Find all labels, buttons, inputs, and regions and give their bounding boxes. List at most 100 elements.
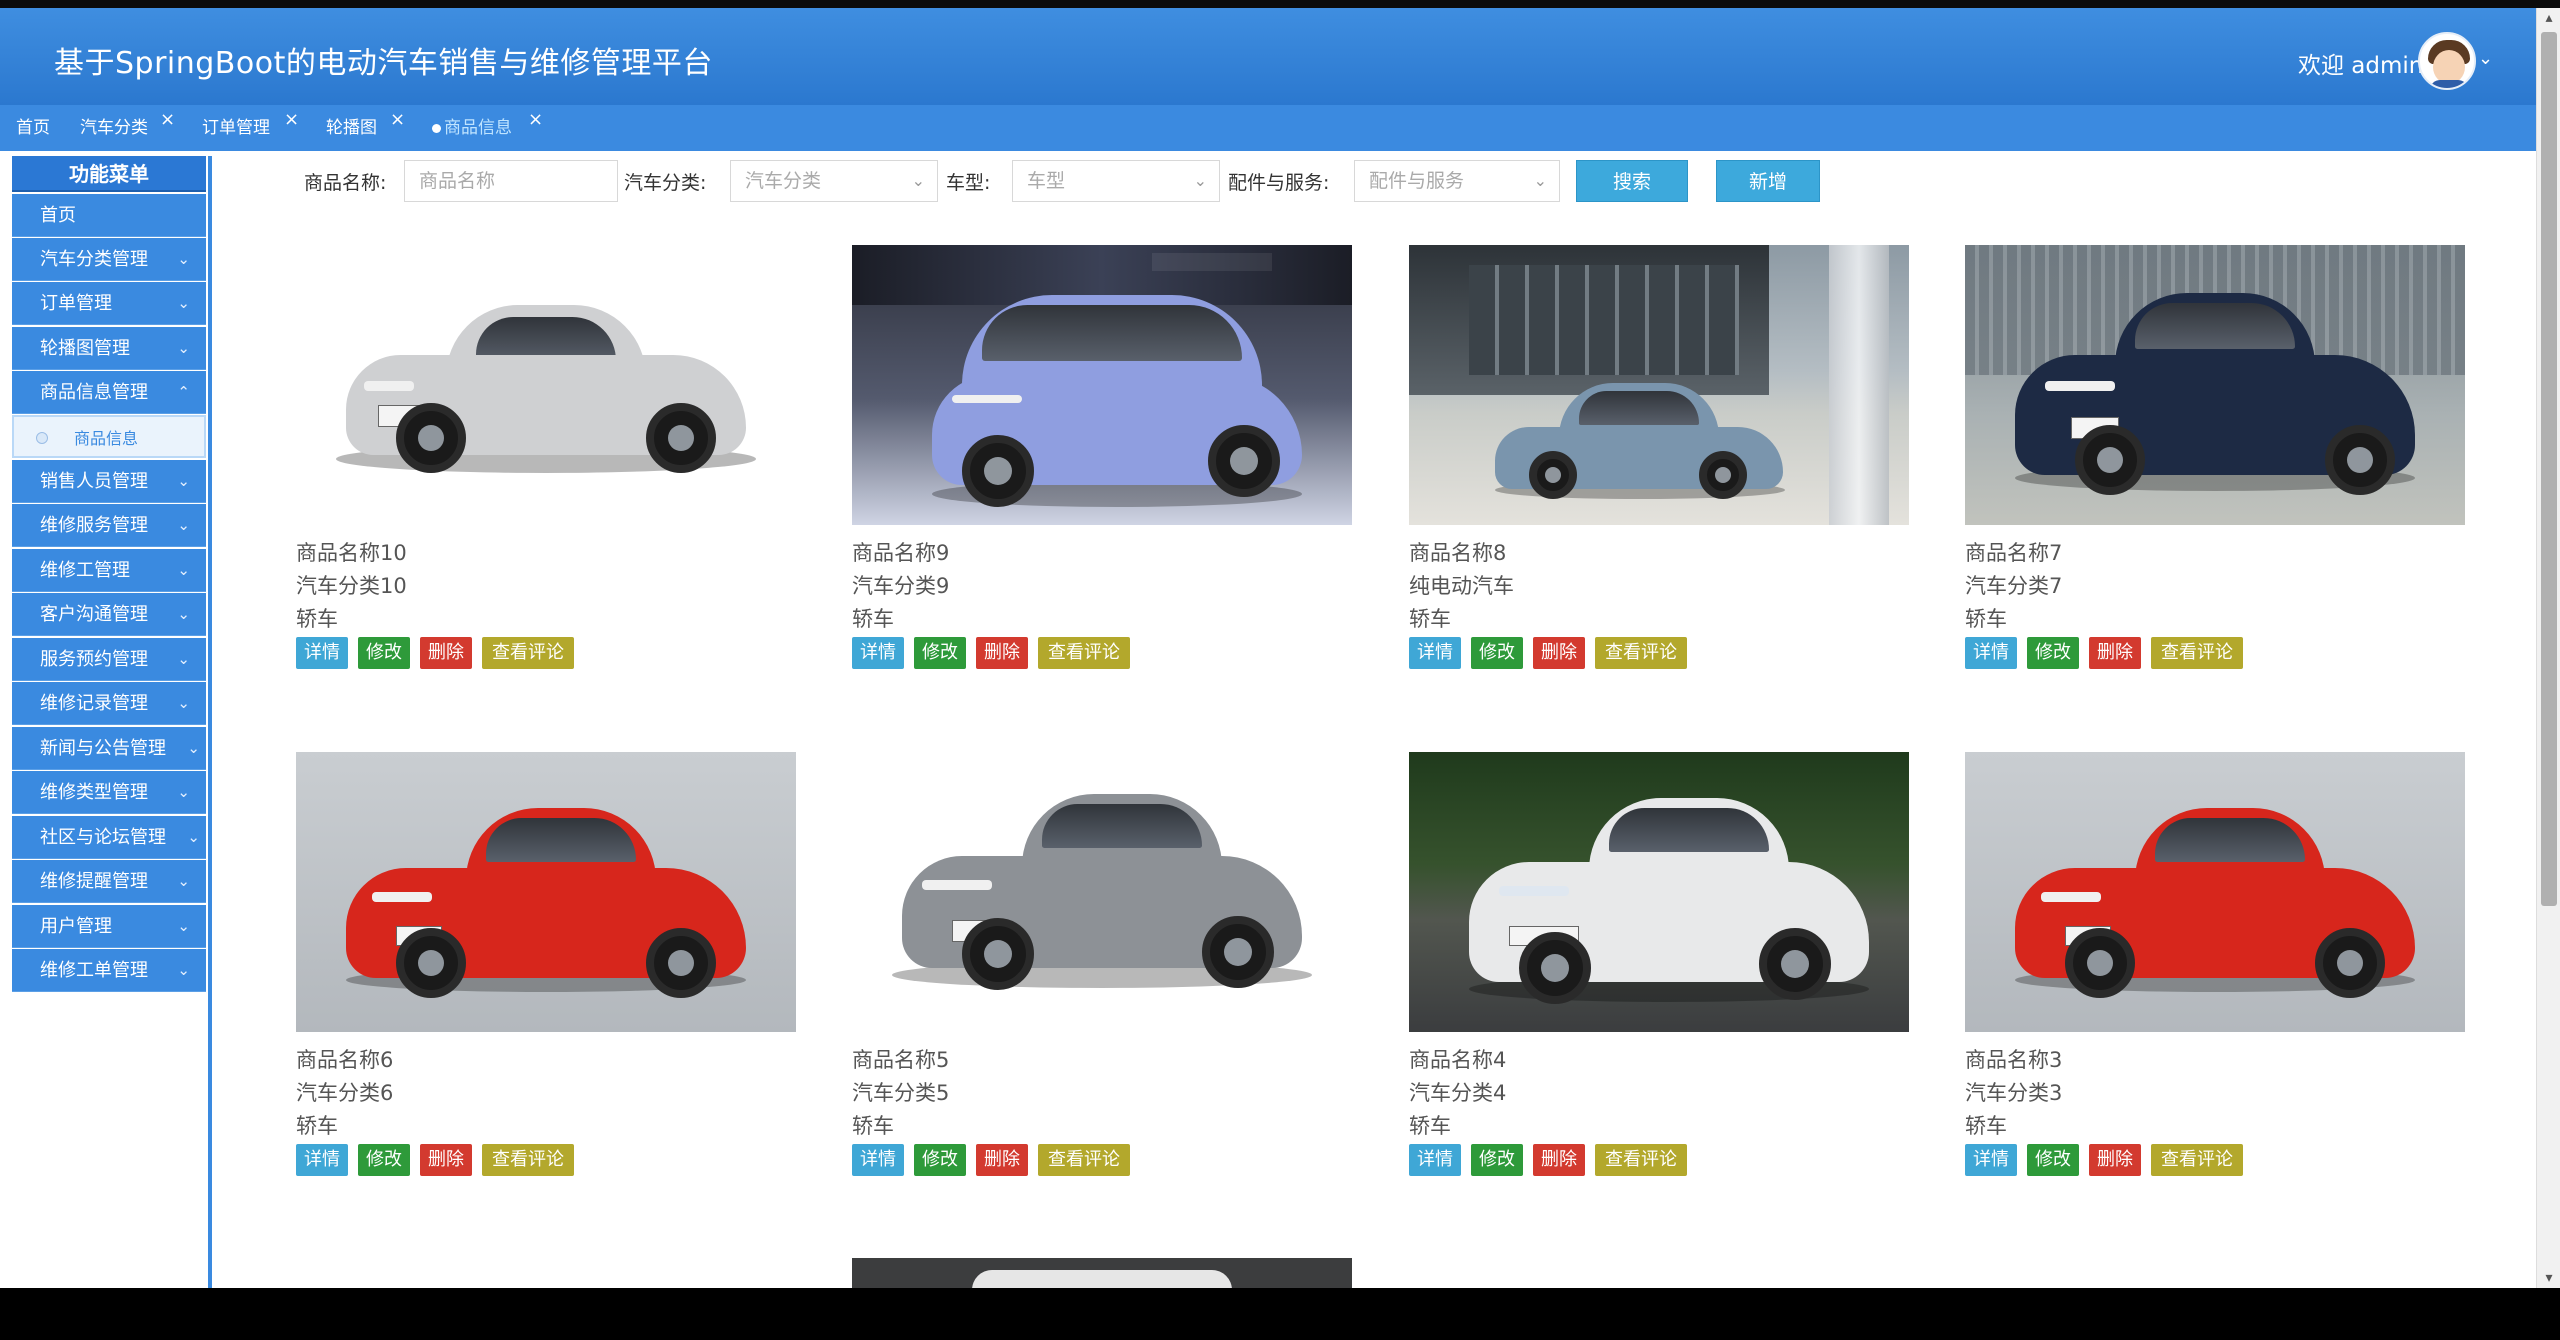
view-reviews-button[interactable]: 查看评论 xyxy=(1038,1144,1130,1176)
delete-button[interactable]: 删除 xyxy=(1533,1144,1585,1176)
sidebar-item-repair-reminders[interactable]: 维修提醒管理 ⌄ xyxy=(12,860,206,903)
sidebar-item-label: 订单管理 xyxy=(40,293,112,314)
tab-close-icon[interactable]: × xyxy=(528,97,543,143)
sidebar-item-news[interactable]: 新闻与公告管理 ⌄ xyxy=(12,727,206,770)
tab-car-category[interactable]: 汽车分类 × xyxy=(80,105,175,151)
avatar-body xyxy=(2430,80,2468,88)
edit-button[interactable]: 修改 xyxy=(914,1144,966,1176)
view-reviews-button[interactable]: 查看评论 xyxy=(2151,1144,2243,1176)
edit-button[interactable]: 修改 xyxy=(358,637,410,669)
sidebar-item-forum[interactable]: 社区与论坛管理 ⌄ xyxy=(12,816,206,859)
sidebar-item-label: 轮播图管理 xyxy=(40,338,130,359)
chevron-down-icon: ⌄ xyxy=(177,516,190,534)
sidebar-item-appointments[interactable]: 服务预约管理 ⌄ xyxy=(12,638,206,681)
add-button[interactable]: 新增 xyxy=(1716,160,1820,202)
edit-button[interactable]: 修改 xyxy=(1471,637,1523,669)
search-button[interactable]: 搜索 xyxy=(1576,160,1688,202)
sidebar-item-car-category[interactable]: 汽车分类管理 ⌄ xyxy=(12,238,206,281)
delete-button[interactable]: 删除 xyxy=(2089,637,2141,669)
product-image[interactable] xyxy=(296,245,796,525)
view-reviews-button[interactable]: 查看评论 xyxy=(482,1144,574,1176)
sidebar-item-mechanic[interactable]: 维修工管理 ⌄ xyxy=(12,549,206,592)
sidebar-item-work-orders[interactable]: 维修工单管理 ⌄ xyxy=(12,949,206,992)
sidebar-item-label: 维修记录管理 xyxy=(40,693,148,714)
product-image[interactable] xyxy=(852,752,1352,1032)
car-category-label: 汽车分类: xyxy=(624,172,707,194)
tab-close-icon[interactable]: × xyxy=(160,97,175,143)
view-reviews-button[interactable]: 查看评论 xyxy=(1595,1144,1687,1176)
chevron-down-icon: ⌄ xyxy=(177,561,190,579)
view-reviews-button[interactable]: 查看评论 xyxy=(1595,637,1687,669)
scroll-down-icon[interactable]: ▾ xyxy=(2537,1268,2560,1288)
product-image[interactable] xyxy=(1409,245,1909,525)
edit-button[interactable]: 修改 xyxy=(358,1144,410,1176)
parts-service-label: 配件与服务: xyxy=(1228,172,1330,194)
avatar[interactable] xyxy=(2418,32,2476,90)
view-reviews-button[interactable]: 查看评论 xyxy=(1038,637,1130,669)
parts-service-select[interactable]: 配件与服务 ⌄ xyxy=(1354,160,1560,202)
delete-button[interactable]: 删除 xyxy=(976,1144,1028,1176)
car-category-select[interactable]: 汽车分类 ⌄ xyxy=(730,160,938,202)
delete-button[interactable]: 删除 xyxy=(420,1144,472,1176)
detail-button[interactable]: 详情 xyxy=(296,1144,348,1176)
app-root: 基于SpringBoot的电动汽车销售与维修管理平台 欢迎 admin ⌄ 首页… xyxy=(0,0,2560,1340)
sidebar-item-orders[interactable]: 订单管理 ⌄ xyxy=(12,282,206,325)
sidebar-item-repair-service[interactable]: 维修服务管理 ⌄ xyxy=(12,504,206,547)
detail-button[interactable]: 详情 xyxy=(1965,1144,2017,1176)
tab-orders[interactable]: 订单管理 × xyxy=(202,105,299,151)
sidebar-item-repair-types[interactable]: 维修类型管理 ⌄ xyxy=(12,771,206,814)
view-reviews-button[interactable]: 查看评论 xyxy=(2151,637,2243,669)
product-image[interactable] xyxy=(1965,245,2465,525)
sidebar-item-repair-records[interactable]: 维修记录管理 ⌄ xyxy=(12,682,206,725)
chevron-down-icon: ⌄ xyxy=(177,472,190,490)
edit-button[interactable]: 修改 xyxy=(2027,637,2079,669)
tab-carousel[interactable]: 轮播图 × xyxy=(326,105,405,151)
detail-button[interactable]: 详情 xyxy=(1409,1144,1461,1176)
scrollbar-thumb[interactable] xyxy=(2541,32,2557,906)
tab-close-icon[interactable]: × xyxy=(284,97,299,143)
delete-button[interactable]: 删除 xyxy=(2089,1144,2141,1176)
delete-button[interactable]: 删除 xyxy=(976,637,1028,669)
sidebar-item-carousel[interactable]: 轮播图管理 ⌄ xyxy=(12,327,206,370)
edit-button[interactable]: 修改 xyxy=(2027,1144,2079,1176)
detail-button[interactable]: 详情 xyxy=(1409,637,1461,669)
scroll-up-icon[interactable]: ▴ xyxy=(2537,8,2560,28)
product-image[interactable] xyxy=(296,752,796,1032)
product-image[interactable] xyxy=(852,1258,1352,1288)
sidebar-item-label: 汽车分类管理 xyxy=(40,249,148,270)
sidebar-divider xyxy=(208,156,212,1288)
tab-close-icon[interactable]: × xyxy=(390,97,405,143)
vertical-scrollbar[interactable]: ▴ ▾ xyxy=(2536,8,2560,1288)
detail-button[interactable]: 详情 xyxy=(852,1144,904,1176)
top-header: 基于SpringBoot的电动汽车销售与维修管理平台 欢迎 admin ⌄ xyxy=(0,8,2536,105)
edit-button[interactable]: 修改 xyxy=(914,637,966,669)
page-title: 基于SpringBoot的电动汽车销售与维修管理平台 xyxy=(54,46,713,81)
sidebar-item-customer-communication[interactable]: 客户沟通管理 ⌄ xyxy=(12,593,206,636)
product-image[interactable] xyxy=(852,245,1352,525)
product-name: 商品名称4 xyxy=(1409,1048,1507,1072)
tab-products[interactable]: 商品信息 × xyxy=(432,105,543,151)
user-menu-chevron-down-icon[interactable]: ⌄ xyxy=(2478,48,2493,69)
detail-button[interactable]: 详情 xyxy=(852,637,904,669)
product-image[interactable] xyxy=(1965,752,2465,1032)
delete-button[interactable]: 删除 xyxy=(420,637,472,669)
chevron-down-icon: ⌄ xyxy=(177,872,190,890)
detail-button[interactable]: 详情 xyxy=(1965,637,2017,669)
window-top-edge xyxy=(0,0,2560,8)
sidebar-subitem-product-info[interactable]: 商品信息 xyxy=(12,415,206,458)
tab-home[interactable]: 首页 xyxy=(16,105,50,151)
active-dot-icon xyxy=(432,123,441,133)
detail-button[interactable]: 详情 xyxy=(296,637,348,669)
product-name-input[interactable]: 商品名称 xyxy=(404,160,618,202)
sidebar-item-users[interactable]: 用户管理 ⌄ xyxy=(12,905,206,948)
product-image[interactable] xyxy=(1409,752,1909,1032)
car-image xyxy=(336,802,756,1002)
edit-button[interactable]: 修改 xyxy=(1471,1144,1523,1176)
delete-button[interactable]: 删除 xyxy=(1533,637,1585,669)
tab-label: 首页 xyxy=(16,118,50,138)
view-reviews-button[interactable]: 查看评论 xyxy=(482,637,574,669)
sidebar-item-products[interactable]: 商品信息管理 ⌃ xyxy=(12,371,206,414)
car-type-select[interactable]: 车型 ⌄ xyxy=(1012,160,1220,202)
sidebar-item-sales-staff[interactable]: 销售人员管理 ⌄ xyxy=(12,460,206,503)
product-type: 轿车 xyxy=(852,1114,894,1138)
